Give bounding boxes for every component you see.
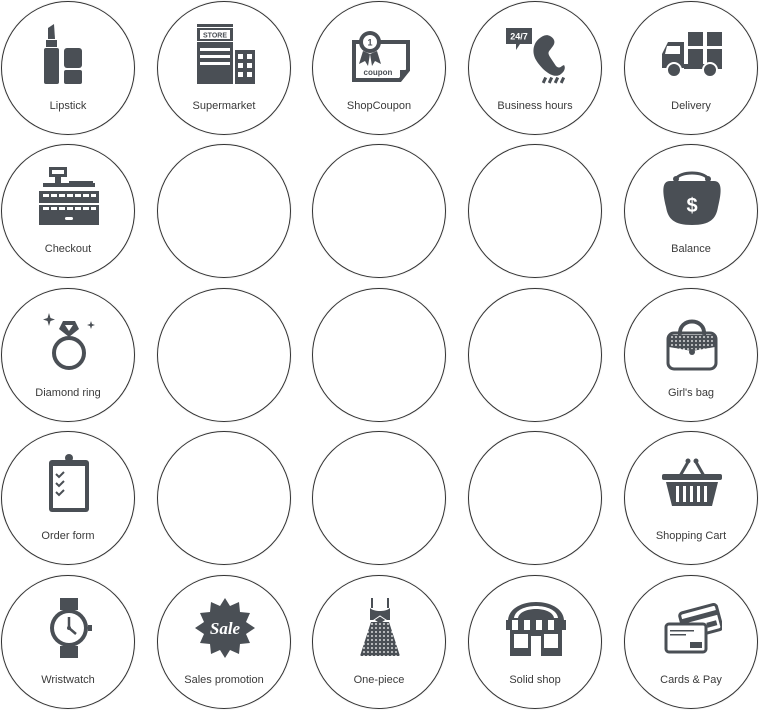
cell-lipstick[interactable]: Lipstick bbox=[1, 1, 135, 135]
dress-icon bbox=[350, 598, 410, 658]
cell-empty bbox=[157, 288, 291, 422]
hours-badge-text: 24/7 bbox=[510, 32, 528, 42]
cell-sales-promotion[interactable]: Sale Sales promotion bbox=[157, 575, 291, 709]
lipstick-icon bbox=[39, 24, 99, 84]
cell-label: Wristwatch bbox=[41, 674, 95, 686]
cell-one-piece[interactable]: One-piece bbox=[312, 575, 446, 709]
sale-badge-icon: Sale bbox=[195, 598, 255, 658]
cell-label: One-piece bbox=[353, 674, 405, 686]
cell-balance[interactable]: $ Balance bbox=[624, 144, 758, 278]
cell-empty bbox=[312, 288, 446, 422]
clipboard-icon bbox=[39, 454, 99, 514]
cash-register-icon bbox=[39, 167, 99, 227]
cell-label: Girl's bag bbox=[667, 387, 715, 399]
cell-empty bbox=[468, 144, 602, 278]
cell-business-hours[interactable]: 24/7 Business hours bbox=[468, 1, 602, 135]
cell-empty bbox=[157, 144, 291, 278]
storefront-icon bbox=[506, 598, 566, 658]
delivery-truck-icon bbox=[662, 24, 722, 84]
cell-cards-pay[interactable]: Cards & Pay bbox=[624, 575, 758, 709]
cell-shopping-cart[interactable]: Shopping Cart bbox=[624, 431, 758, 565]
sale-badge-text: Sale bbox=[210, 619, 241, 638]
store-sign-text: STORE bbox=[203, 33, 227, 40]
diamond-ring-icon bbox=[39, 311, 99, 371]
wristwatch-icon bbox=[39, 598, 99, 658]
cell-label: Business hours bbox=[497, 100, 573, 112]
phone-24-7-icon: 24/7 bbox=[506, 24, 566, 84]
cell-delivery[interactable]: Delivery bbox=[624, 1, 758, 135]
cell-label: Cards & Pay bbox=[660, 674, 722, 686]
cell-empty bbox=[468, 288, 602, 422]
cell-label: Lipstick bbox=[49, 100, 87, 112]
cell-solid-shop[interactable]: Solid shop bbox=[468, 575, 602, 709]
cell-label: Order form bbox=[41, 530, 95, 542]
cell-girls-bag[interactable]: Girl's bag bbox=[624, 288, 758, 422]
cell-empty bbox=[468, 431, 602, 565]
balance-currency-text: $ bbox=[686, 195, 697, 217]
cell-order-form[interactable]: Order form bbox=[1, 431, 135, 565]
money-purse-icon: $ bbox=[662, 167, 722, 227]
coupon-text: coupon bbox=[364, 68, 393, 77]
coupon-icon: 1 coupon bbox=[350, 24, 410, 84]
handbag-icon bbox=[662, 311, 722, 371]
cell-wristwatch[interactable]: Wristwatch bbox=[1, 575, 135, 709]
cell-checkout[interactable]: Checkout bbox=[1, 144, 135, 278]
cell-label: Shopping Cart bbox=[655, 530, 727, 542]
cell-supermarket[interactable]: STORE Supermarket bbox=[157, 1, 291, 135]
cell-label: Solid shop bbox=[509, 674, 561, 686]
icon-grid: Lipstick STORE Supermarket 1 coupon Shop… bbox=[0, 0, 762, 712]
coupon-badge-text: 1 bbox=[367, 38, 372, 48]
cell-label: ShopCoupon bbox=[346, 100, 412, 112]
cell-shopcoupon[interactable]: 1 coupon ShopCoupon bbox=[312, 1, 446, 135]
cell-empty bbox=[312, 431, 446, 565]
store-icon: STORE bbox=[195, 24, 255, 84]
cell-label: Sales promotion bbox=[184, 674, 264, 686]
cell-empty bbox=[312, 144, 446, 278]
cell-label: Checkout bbox=[44, 243, 92, 255]
cell-label: Diamond ring bbox=[35, 387, 101, 399]
credit-cards-icon bbox=[662, 598, 722, 658]
cell-label: Delivery bbox=[671, 100, 711, 112]
shopping-basket-icon bbox=[662, 454, 722, 514]
cell-label: Supermarket bbox=[192, 100, 256, 112]
cell-diamond-ring[interactable]: Diamond ring bbox=[1, 288, 135, 422]
cell-empty bbox=[157, 431, 291, 565]
cell-label: Balance bbox=[671, 243, 711, 255]
